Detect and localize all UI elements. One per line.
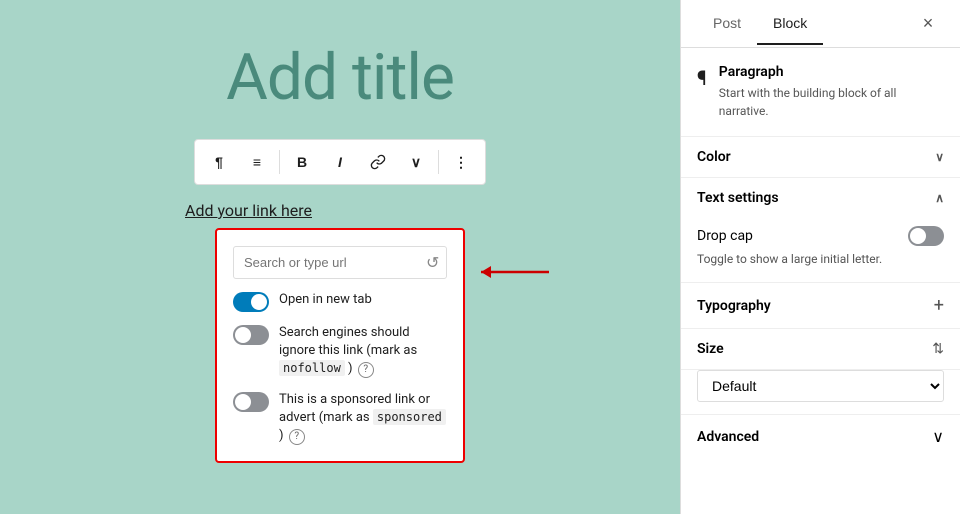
text-settings-chevron-icon: ∧ [935,191,944,205]
paragraph-format-button[interactable]: ¶ [201,144,237,180]
drop-cap-label: Drop cap [697,228,753,244]
advanced-label: Advanced [697,429,759,445]
size-select[interactable]: Default Small Medium Large Extra Large [697,370,944,402]
sponsored-label: This is a sponsored link or advert (mark… [279,391,447,446]
text-settings-header[interactable]: Text settings ∧ [681,178,960,218]
editor-area: Add title ¶ ≡ B I ∨ ⋮ Add your link here… [0,0,680,514]
text-settings-content: Drop cap Toggle to show a large initial … [681,218,960,282]
sidebar-header: Post Block × [681,0,960,48]
nofollow-row: Search engines should ignore this link (… [233,324,447,379]
url-refresh-icon[interactable]: ↺ [426,253,439,272]
color-section-header[interactable]: Color ∨ [681,137,960,177]
nofollow-toggle[interactable] [233,325,269,345]
paragraph-description: Start with the building block of all nar… [719,84,944,120]
formatting-toolbar: ¶ ≡ B I ∨ ⋮ [194,139,486,185]
color-section: Color ∨ [681,137,960,178]
url-input-row: ↺ [233,246,447,279]
color-chevron-icon: ∨ [935,150,944,164]
toolbar-divider-2 [438,150,439,174]
size-select-row: Default Small Medium Large Extra Large [681,370,960,415]
url-popover: ↺ Open in new tab Search engines should … [215,228,465,463]
close-sidebar-button[interactable]: × [912,8,944,40]
toolbar-divider [279,150,280,174]
size-controls-icon[interactable]: ⇅ [932,341,944,357]
annotation-arrow [471,258,551,286]
nofollow-help-icon[interactable]: ? [358,362,374,378]
url-input[interactable] [244,255,420,270]
typography-add-icon[interactable]: + [934,295,944,316]
paragraph-icon: ¶ [697,66,707,90]
drop-cap-description: Toggle to show a large initial letter. [697,252,944,266]
drop-cap-row: Drop cap [697,226,944,246]
sponsored-row: This is a sponsored link or advert (mark… [233,391,447,446]
tab-post[interactable]: Post [697,3,757,45]
sponsored-toggle[interactable] [233,392,269,412]
typography-label: Typography [697,298,771,314]
color-section-label: Color [697,149,731,165]
paragraph-title: Paragraph [719,64,944,80]
size-label: Size [697,341,724,357]
drop-cap-toggle[interactable] [908,226,944,246]
typography-section: Typography + [681,283,960,329]
paragraph-block-info: ¶ Paragraph Start with the building bloc… [681,48,960,137]
sidebar-tabs: Post Block [697,3,823,45]
link-text: Add your link here [185,201,312,220]
tab-block[interactable]: Block [757,3,823,45]
align-button[interactable]: ≡ [239,144,275,180]
open-new-tab-toggle[interactable] [233,292,269,312]
open-new-tab-row: Open in new tab [233,291,447,312]
sponsored-help-icon[interactable]: ? [289,429,305,445]
sidebar-content: ¶ Paragraph Start with the building bloc… [681,48,960,514]
paragraph-info: Paragraph Start with the building block … [719,64,944,120]
advanced-section: Advanced ∨ [681,415,960,458]
open-new-tab-label: Open in new tab [279,291,372,309]
text-settings-section: Text settings ∧ Drop cap Toggle to show … [681,178,960,283]
more-options-button[interactable]: ⋮ [443,144,479,180]
page-title[interactable]: Add title [226,40,454,115]
sidebar: Post Block × ¶ Paragraph Start with the … [680,0,960,514]
italic-button[interactable]: I [322,144,358,180]
size-row: Size ⇅ [681,329,960,370]
link-options-chevron-button[interactable]: ∨ [398,144,434,180]
bold-button[interactable]: B [284,144,320,180]
advanced-chevron-icon[interactable]: ∨ [932,427,944,446]
link-button[interactable] [360,144,396,180]
nofollow-label: Search engines should ignore this link (… [279,324,447,379]
text-settings-label: Text settings [697,190,779,206]
